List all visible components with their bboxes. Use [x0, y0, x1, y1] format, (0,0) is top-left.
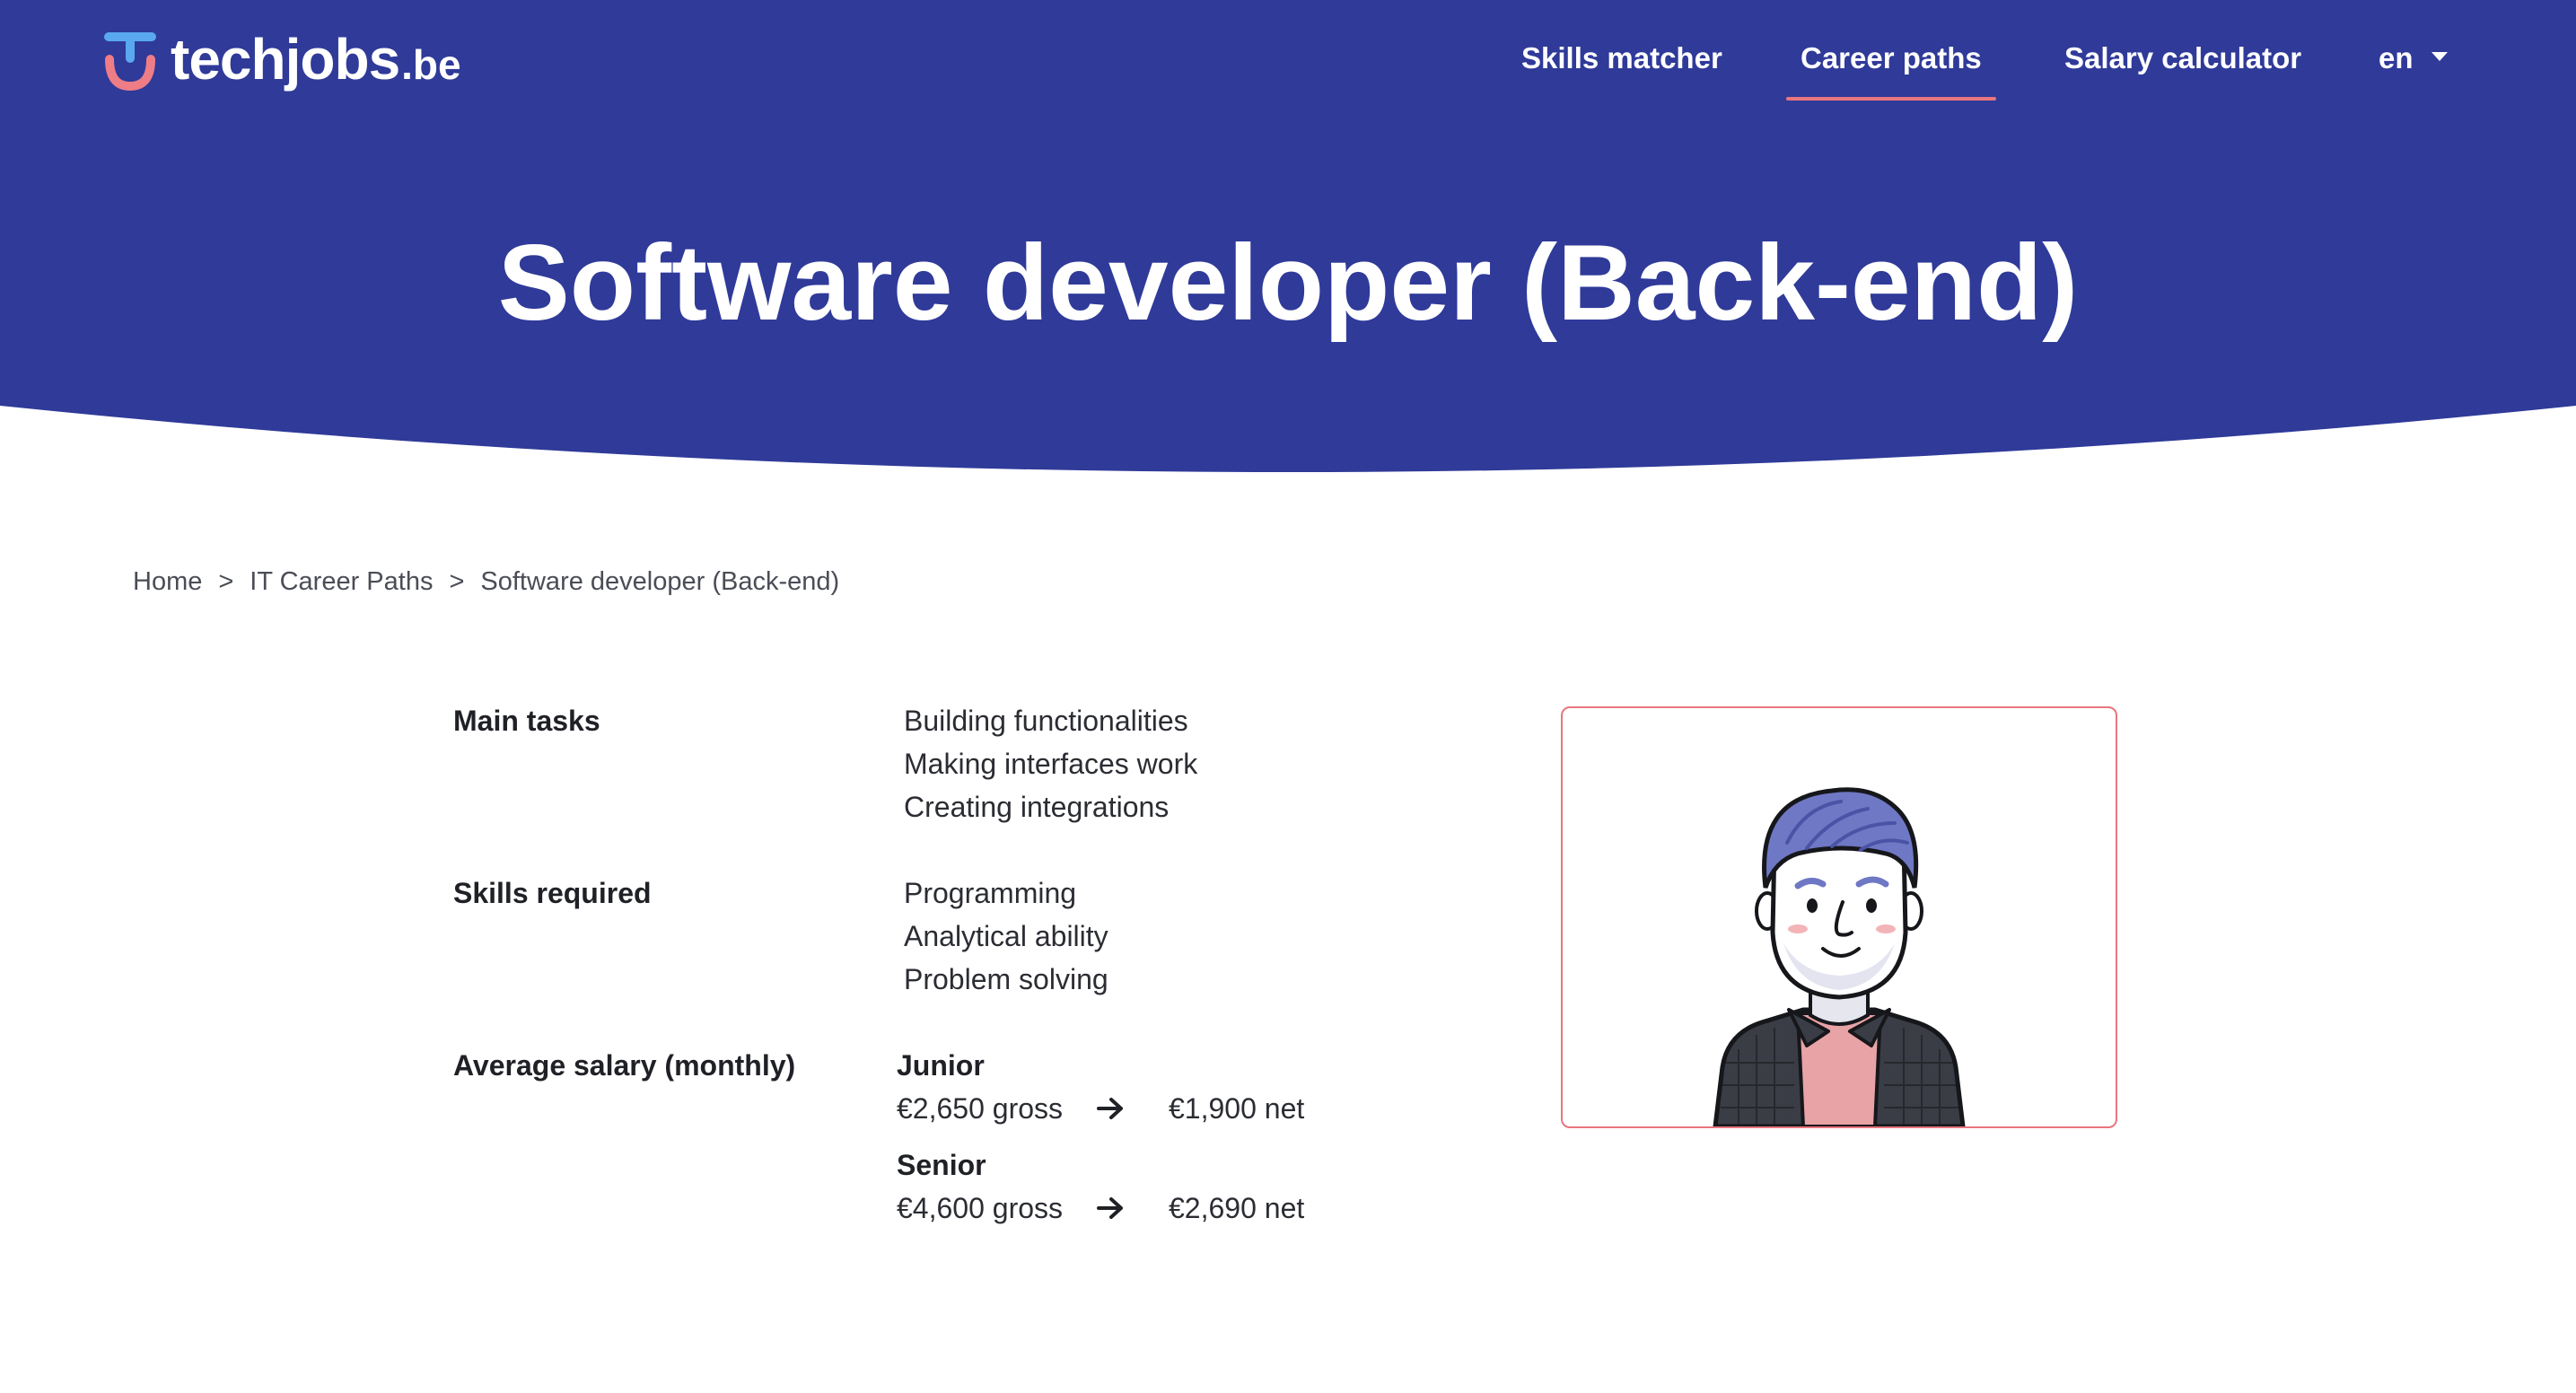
developer-avatar-illustration-icon	[1713, 787, 1966, 1126]
average-salary-label: Average salary (monthly)	[453, 1049, 796, 1082]
nav-salary-calculator[interactable]: Salary calculator	[2064, 36, 2301, 81]
list-item: Analytical ability	[904, 920, 1108, 952]
gross-salary: €4,600 gross	[897, 1192, 1064, 1224]
salary-senior: Senior €4,600 gross €2,690 net	[897, 1143, 1304, 1230]
list-item: Building functionalities	[904, 705, 1188, 737]
breadcrumb-home[interactable]: Home	[133, 567, 202, 597]
list-item: Making interfaces work	[904, 748, 1198, 780]
gross-salary: €2,650 gross	[897, 1092, 1064, 1125]
net-salary: €1,900 net	[1169, 1092, 1305, 1125]
nav-career-paths[interactable]: Career paths	[1786, 36, 1996, 101]
skills-required-list: Programming Analytical ability Problem s…	[904, 872, 1108, 1001]
arrow-right-icon	[1097, 1197, 1123, 1219]
nav-skills-matcher[interactable]: Skills matcher	[1521, 36, 1722, 81]
breadcrumb: Home > IT Career Paths > Software develo…	[133, 567, 839, 597]
salary-level-name: Senior	[897, 1149, 986, 1181]
list-item: Creating integrations	[904, 791, 1170, 823]
language-label: en	[2379, 41, 2414, 74]
page-header: techjobs .be Skills matcher Career paths…	[0, 0, 2576, 485]
salary-level-name: Junior	[897, 1049, 985, 1082]
list-item: Programming	[904, 877, 1077, 909]
breadcrumb-separator: >	[218, 567, 234, 596]
skills-required-label: Skills required	[453, 877, 652, 909]
salary-junior: Junior €2,650 gross €1,900 net	[897, 1044, 1304, 1130]
salary-line: €2,650 gross €1,900 net	[897, 1087, 1304, 1130]
net-salary: €2,690 net	[1169, 1192, 1305, 1224]
breadcrumb-it-career-paths[interactable]: IT Career Paths	[250, 567, 433, 597]
language-selector[interactable]: en	[2379, 36, 2448, 81]
arrow-right-icon	[1097, 1098, 1123, 1119]
page-title: Software developer (Back-end)	[497, 223, 2079, 343]
caret-down-icon	[2431, 52, 2448, 61]
list-item: Problem solving	[904, 963, 1108, 995]
main-tasks-list: Building functionalities Making interfac…	[904, 699, 1197, 828]
main-navigation: Skills matcher Career paths Salary calcu…	[0, 36, 2576, 108]
salary-line: €4,600 gross €2,690 net	[897, 1187, 1304, 1230]
developer-illustration-card	[1561, 706, 2117, 1128]
main-tasks-label: Main tasks	[453, 705, 600, 737]
breadcrumb-current: Software developer (Back-end)	[480, 567, 840, 596]
breadcrumb-separator: >	[449, 567, 465, 596]
